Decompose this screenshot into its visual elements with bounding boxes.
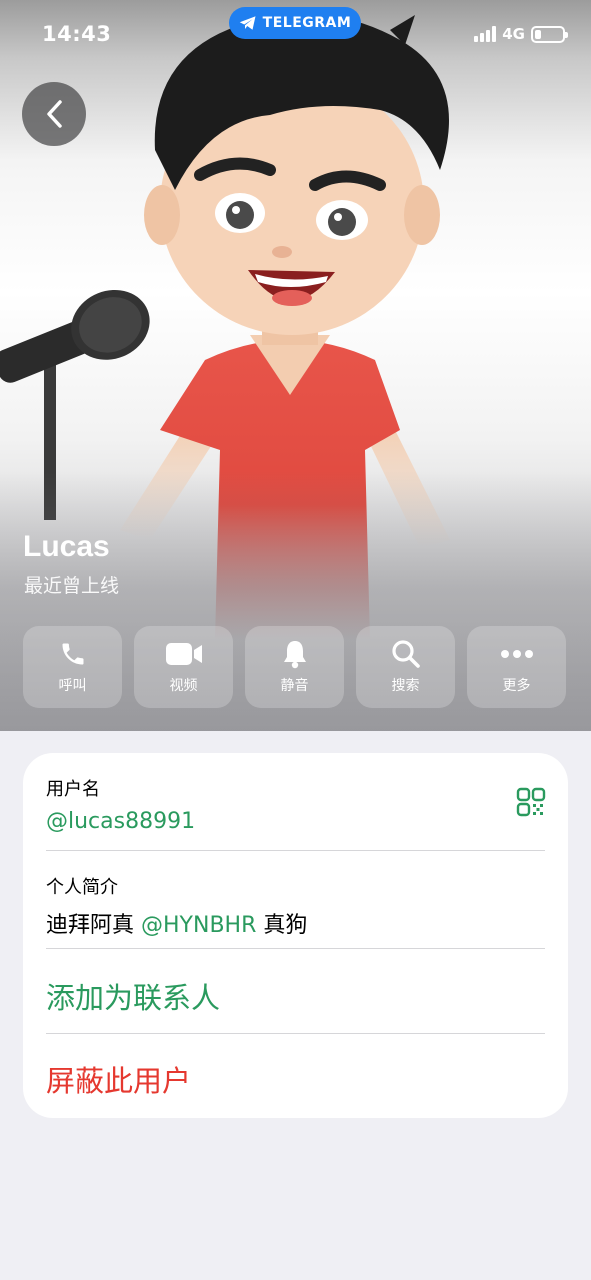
bio-mention-link[interactable]: @HYNBHR [141,913,256,938]
telegram-badge[interactable]: TELEGRAM [229,7,361,39]
divider [46,948,545,949]
bell-icon [283,641,306,669]
bio-text-start: 迪拜阿真 [46,913,141,938]
signal-icon [474,26,497,42]
last-seen-status: 最近曾上线 [24,575,120,597]
more-label: 更多 [502,678,531,694]
video-label: 视频 [169,678,198,694]
status-time: 14:43 [42,22,112,46]
action-bar: 呼叫 视频 静音 搜索 更多 [23,626,568,708]
username-label: 用户名 [46,779,100,800]
battery-icon [531,25,568,43]
profile-name: Lucas [23,530,110,563]
block-user-button[interactable]: 屏蔽此用户 [46,1058,191,1100]
call-button[interactable]: 呼叫 [23,626,122,708]
profile-photo-header: 14:43 TELEGRAM 4G Lucas 最近曾上线 呼叫 视频 静音 搜… [0,0,591,731]
qr-code-icon[interactable] [516,787,546,817]
status-indicators: 4G [474,25,568,43]
telegram-badge-label: TELEGRAM [262,15,352,31]
info-card: 用户名 @lucas88991 个人简介 迪拜阿真 @HYNBHR 真狗 添加为… [23,753,568,1118]
divider [46,850,545,851]
mute-button[interactable]: 静音 [245,626,344,708]
username-value[interactable]: @lucas88991 [46,809,545,834]
network-type: 4G [502,25,525,43]
more-dots-icon [500,650,533,658]
divider [46,1033,545,1034]
add-contact-button[interactable]: 添加为联系人 [46,975,220,1017]
call-label: 呼叫 [58,678,87,694]
username-row[interactable]: 用户名 @lucas88991 [46,775,545,834]
back-button[interactable] [22,82,86,146]
telegram-plane-icon [239,16,256,30]
mute-label: 静音 [280,678,309,694]
phone-icon [62,643,83,665]
video-call-button[interactable]: 视频 [134,626,233,708]
search-label: 搜索 [391,678,420,694]
more-button[interactable]: 更多 [467,626,566,708]
video-camera-icon [165,643,202,665]
bio-text: 迪拜阿真 @HYNBHR 真狗 [46,907,545,939]
search-button[interactable]: 搜索 [356,626,455,708]
bio-label: 个人简介 [46,877,118,898]
bio-row: 个人简介 迪拜阿真 @HYNBHR 真狗 [46,873,545,939]
bio-text-end: 真狗 [256,913,308,938]
chevron-left-icon [47,100,62,128]
search-icon [391,640,420,668]
